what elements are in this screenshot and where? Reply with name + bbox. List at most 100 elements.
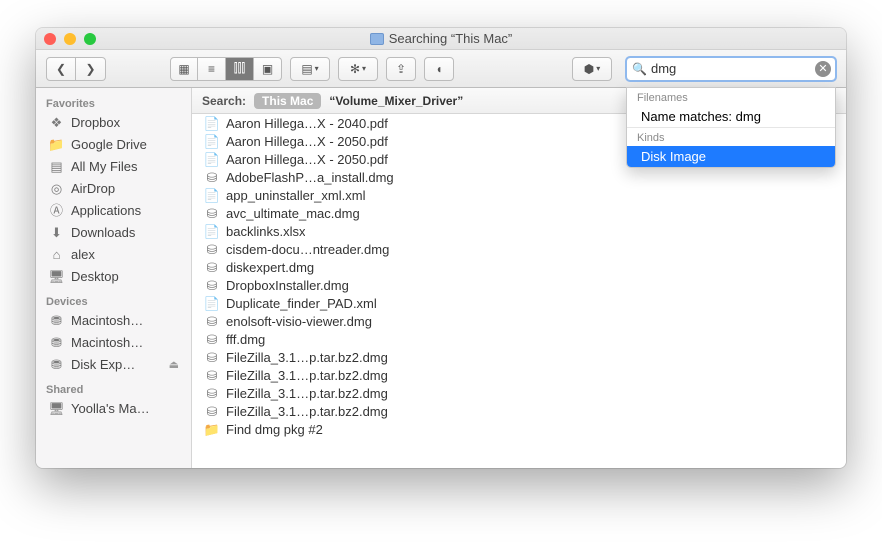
sidebar-item-label: alex: [71, 247, 95, 263]
sidebar-item[interactable]: ⛃Macintosh…: [36, 310, 191, 332]
gear-icon: ✻: [350, 62, 360, 76]
back-button[interactable]: ❮: [46, 57, 76, 81]
sidebar-item[interactable]: ⒶApplications: [36, 200, 191, 222]
file-name: FileZilla_3.1…p.tar.bz2.dmg: [226, 404, 388, 420]
sidebar-item[interactable]: 🖥Desktop: [36, 266, 191, 288]
list-item[interactable]: ⛁ FileZilla_3.1…p.tar.bz2.dmg: [192, 385, 846, 403]
list-item[interactable]: 📁Find dmg pkg #2: [192, 421, 846, 439]
all-icon: ▤: [48, 160, 65, 174]
grid-icon: ▦: [178, 62, 189, 76]
sidebar-item-label: Yoolla's Ma…: [71, 401, 150, 417]
list-item[interactable]: 📄backlinks.xlsx: [192, 223, 846, 241]
search-input[interactable]: [626, 57, 836, 81]
sidebar-item-label: AirDrop: [71, 181, 115, 197]
eject-icon[interactable]: ⏏: [169, 357, 179, 373]
file-name: Aaron Hillega…X - 2040.pdf: [226, 116, 388, 132]
file-name: diskexpert.dmg: [226, 260, 314, 276]
file-name: FileZilla_3.1…p.tar.bz2.dmg: [226, 368, 388, 384]
sidebar-item-label: Macintosh…: [71, 335, 143, 351]
sidebar-item-label: Google Drive: [71, 137, 147, 153]
list-item[interactable]: ⛁ DropboxInstaller.dmg: [192, 277, 846, 295]
dmg-icon: ⛁: [204, 260, 220, 276]
dmg-icon: ⛁: [204, 314, 220, 330]
action-button[interactable]: ✻▾: [338, 57, 378, 81]
list-item[interactable]: ⛁enolsoft-visio-viewer.dmg: [192, 313, 846, 331]
sidebar: Favorites ❖Dropbox📁Google Drive▤All My F…: [36, 88, 192, 468]
tags-button[interactable]: ◖: [424, 57, 454, 81]
sidebar-head-shared: Shared: [36, 376, 191, 398]
view-column-button[interactable]: ⫿⫿⫿: [226, 57, 254, 81]
chevron-left-icon: ❮: [56, 62, 66, 76]
scope-this-mac[interactable]: This Mac: [254, 93, 321, 109]
clear-search-button[interactable]: ✕: [815, 61, 831, 77]
list-item[interactable]: ⛁ FileZilla_3.1…p.tar.bz2.dmg: [192, 367, 846, 385]
list-item[interactable]: ⛁ FileZilla_3.1…p.tar.bz2.dmg: [192, 349, 846, 367]
dd-head-kinds: Kinds: [627, 127, 835, 146]
file-name: Duplicate_finder_PAD.xml: [226, 296, 377, 312]
list-item[interactable]: ⛁avc_ultimate_mac.dmg: [192, 205, 846, 223]
file-name: fff.dmg: [226, 332, 265, 348]
disk-icon: ⛃: [48, 336, 65, 350]
sidebar-item[interactable]: ⬇Downloads: [36, 222, 191, 244]
doc-icon: 📄: [204, 152, 220, 168]
file-name: DropboxInstaller.dmg: [226, 278, 349, 294]
dmg-icon: ⛁: [204, 206, 220, 222]
dropbox-toolbar-button[interactable]: ⬢▾: [572, 57, 612, 81]
sidebar-item[interactable]: ▤All My Files: [36, 156, 191, 178]
list-item[interactable]: 📄Duplicate_finder_PAD.xml: [192, 295, 846, 313]
view-icon-button[interactable]: ▦: [170, 57, 198, 81]
list-icon: ≡: [208, 62, 215, 76]
airdrop-icon: ◎: [48, 182, 65, 196]
file-name: FileZilla_3.1…p.tar.bz2.dmg: [226, 386, 388, 402]
file-name: AdobeFlashP…a_install.dmg: [226, 170, 394, 186]
share-button[interactable]: ⇪: [386, 57, 416, 81]
sidebar-item[interactable]: ❖Dropbox: [36, 112, 191, 134]
columns-icon: ⫿⫿⫿: [234, 61, 246, 76]
home-icon: ⌂: [48, 248, 65, 262]
sidebar-item[interactable]: ◎ AirDrop: [36, 178, 191, 200]
sidebar-head-devices: Devices: [36, 288, 191, 310]
list-item[interactable]: ⛁ diskexpert.dmg: [192, 259, 846, 277]
dmg-icon: ⛁: [204, 350, 220, 366]
sidebar-item-label: Downloads: [71, 225, 135, 241]
finder-window: Searching “This Mac” ❮ ❯ ▦ ≡ ⫿⫿⫿ ▣ ▤▾ ✻▾…: [36, 28, 846, 468]
sidebar-item[interactable]: ⛃Disk Exp…⏏: [36, 354, 191, 376]
sidebar-item-label: Desktop: [71, 269, 119, 285]
dmg-icon: ⛁: [204, 386, 220, 402]
view-list-button[interactable]: ≡: [198, 57, 226, 81]
sidebar-item[interactable]: ⌂ alex: [36, 244, 191, 266]
list-item[interactable]: ⛁AdobeFlashP…a_install.dmg: [192, 169, 846, 187]
nav-buttons: ❮ ❯: [46, 57, 106, 81]
view-coverflow-button[interactable]: ▣: [254, 57, 282, 81]
window-title: Searching “This Mac”: [36, 31, 846, 46]
sidebar-item[interactable]: 📁Google Drive: [36, 134, 191, 156]
list-item[interactable]: 📄app_uninstaller_xml.xml: [192, 187, 846, 205]
file-name: backlinks.xlsx: [226, 224, 305, 240]
doc-icon: 📄: [204, 188, 220, 204]
search-icon: 🔍: [632, 62, 647, 76]
sidebar-item-label: Dropbox: [71, 115, 120, 131]
doc-icon: 📄: [204, 134, 220, 150]
chevron-down-icon: ▾: [315, 64, 319, 73]
coverflow-icon: ▣: [262, 62, 273, 76]
search-field-wrap: 🔍 ✕: [626, 57, 836, 81]
arrange-button[interactable]: ▤▾: [290, 57, 330, 81]
dd-item-name-matches[interactable]: Name matches: dmg: [627, 106, 835, 127]
file-name: FileZilla_3.1…p.tar.bz2.dmg: [226, 350, 388, 366]
dd-item-disk-image[interactable]: Disk Image: [627, 146, 835, 167]
file-name: cisdem-docu…ntreader.dmg: [226, 242, 389, 258]
view-switch: ▦ ≡ ⫿⫿⫿ ▣: [170, 57, 282, 81]
chevron-down-icon: ▾: [596, 64, 600, 73]
dmg-icon: ⛁: [204, 368, 220, 384]
list-item[interactable]: ⛁cisdem-docu…ntreader.dmg: [192, 241, 846, 259]
sidebar-item[interactable]: ⛃ Macintosh…: [36, 332, 191, 354]
file-name: Find dmg pkg #2: [226, 422, 323, 438]
disk-icon: ⛃: [48, 314, 65, 328]
scope-location[interactable]: “Volume_Mixer_Driver”: [329, 94, 463, 108]
list-item[interactable]: ⛁fff.dmg: [192, 331, 846, 349]
scope-label: Search:: [202, 94, 246, 108]
list-item[interactable]: ⛁FileZilla_3.1…p.tar.bz2.dmg: [192, 403, 846, 421]
dmg-icon: ⛁: [204, 278, 220, 294]
forward-button[interactable]: ❯: [76, 57, 106, 81]
sidebar-item[interactable]: 🖥Yoolla's Ma…: [36, 398, 191, 420]
